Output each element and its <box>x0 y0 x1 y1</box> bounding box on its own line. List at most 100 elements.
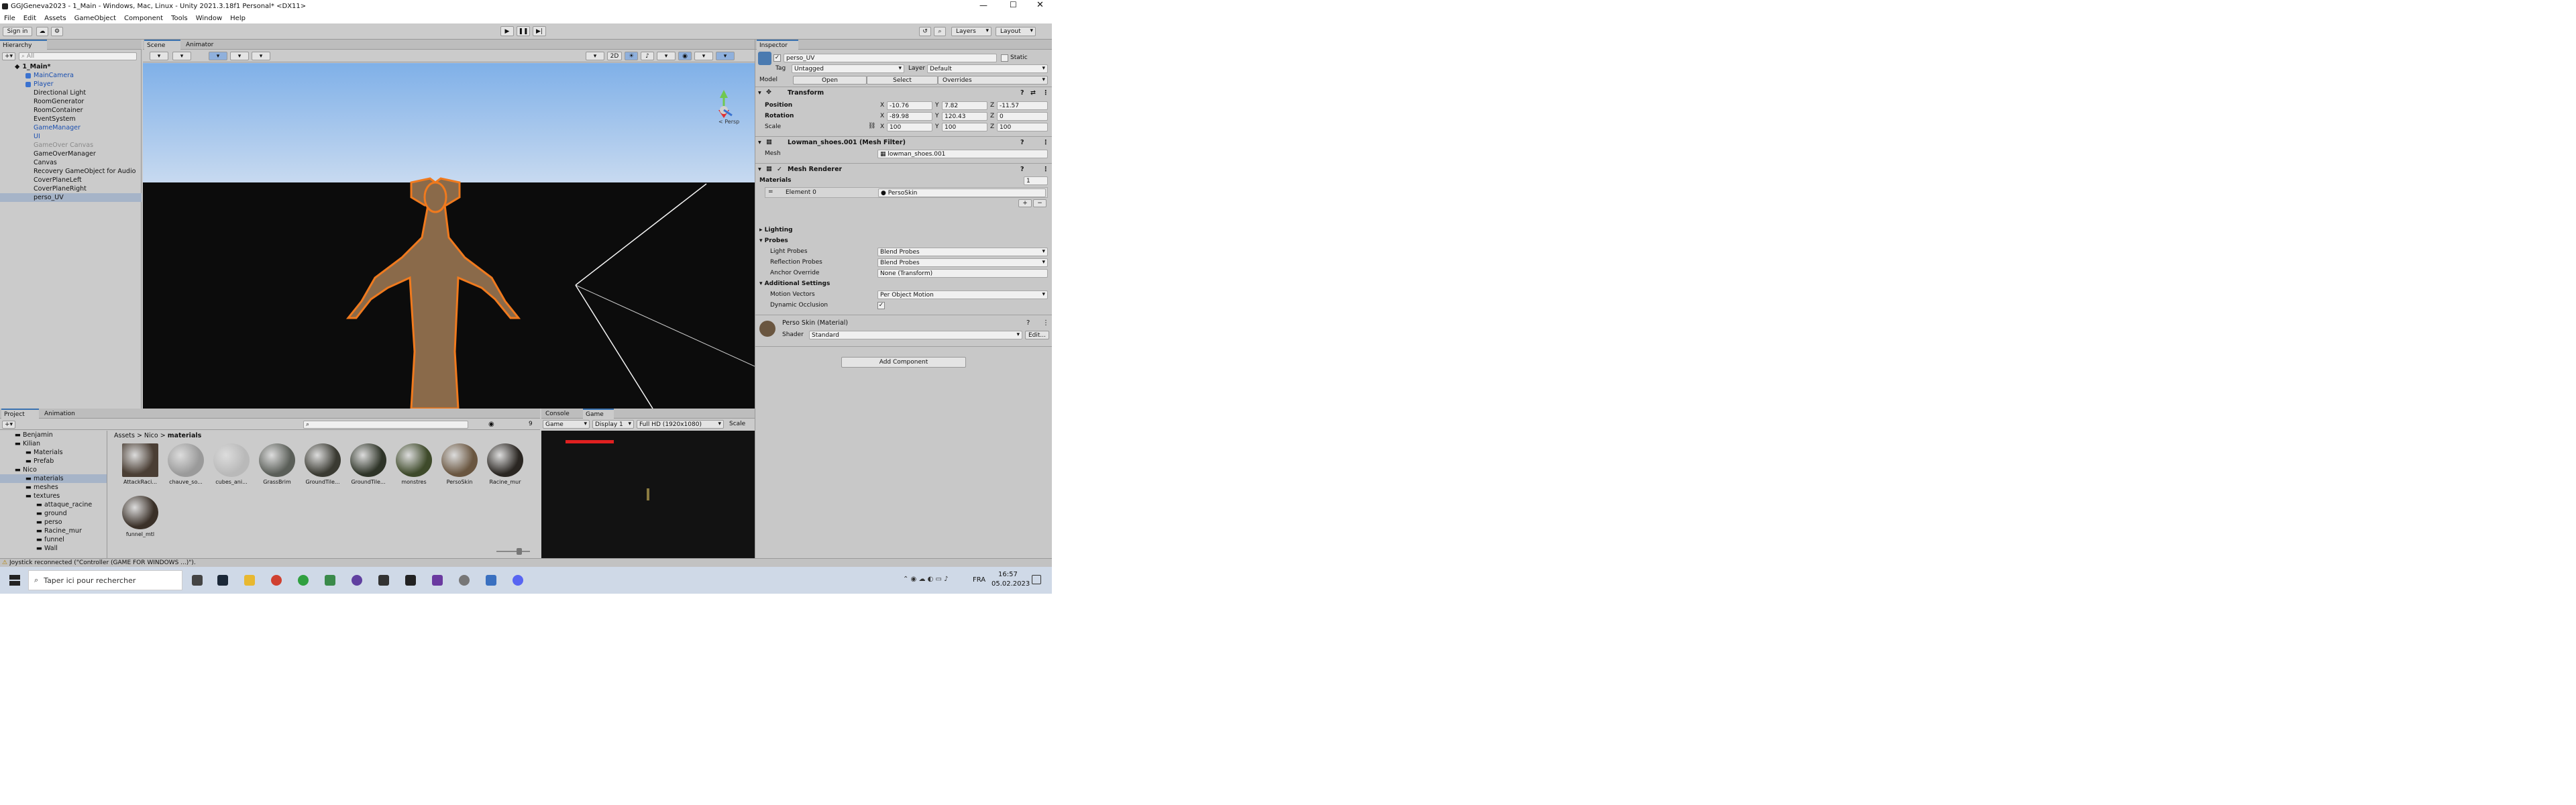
chrome-icon[interactable] <box>271 575 282 586</box>
pivot-button[interactable]: ▾ <box>209 52 227 60</box>
menu-gameobject[interactable]: GameObject <box>70 15 120 22</box>
hierarchy-item[interactable]: UI <box>0 132 142 141</box>
hierarchy-item[interactable]: Player <box>0 80 142 89</box>
create-asset-button[interactable]: +▾ <box>2 421 15 429</box>
menu-assets[interactable]: Assets <box>40 15 70 22</box>
asset-thumbnail[interactable] <box>441 443 478 477</box>
krita-icon[interactable] <box>325 575 335 586</box>
game-viewport[interactable] <box>541 431 755 558</box>
shader-dropdown[interactable]: Standard <box>809 331 1022 339</box>
overrides-dropdown[interactable]: Overrides <box>938 76 1048 85</box>
collab-icon[interactable]: ⚙ <box>51 27 63 36</box>
unity-hub-icon[interactable] <box>378 575 389 586</box>
chrome-profile-icon[interactable] <box>298 575 309 586</box>
tab-hierarchy[interactable]: Hierarchy <box>0 40 47 50</box>
persp-label[interactable]: < Persp <box>718 119 739 125</box>
remove-list-item-button[interactable]: − <box>1033 199 1046 207</box>
mesh-renderer-header[interactable]: ▾ ▦ ✓ Mesh Renderer ? ⋮ <box>755 163 1052 175</box>
hierarchy-item[interactable]: CoverPlaneLeft <box>0 176 142 184</box>
asset-thumbnail[interactable] <box>350 443 386 477</box>
active-checkbox[interactable]: ✓ <box>773 54 781 62</box>
edit-shader-button[interactable]: Edit... <box>1025 331 1049 339</box>
transform-header[interactable]: ▾ ✥ Transform ? ⇄ ⋮ <box>755 87 1052 99</box>
display-dropdown[interactable]: Display 1 <box>592 420 634 429</box>
asset-thumbnail[interactable] <box>396 443 432 477</box>
minimize-button[interactable]: — <box>979 1 987 10</box>
hierarchy-item[interactable]: MainCamera <box>0 71 142 80</box>
tab-project[interactable]: Project <box>1 409 39 419</box>
gizmo-mode-button[interactable]: ▾ <box>172 52 191 60</box>
hierarchy-item[interactable]: GameOver Canvas <box>0 141 142 150</box>
layout-dropdown[interactable]: Layout <box>996 27 1036 36</box>
maximize-button[interactable]: ☐ <box>1010 0 1017 9</box>
scale-z-field[interactable]: 100 <box>997 123 1048 131</box>
hierarchy-item[interactable]: Directional Light <box>0 89 142 97</box>
hierarchy-item[interactable]: GameOverManager <box>0 150 142 158</box>
slider-handle[interactable] <box>517 548 522 555</box>
game-mode-dropdown[interactable]: Game <box>543 420 590 429</box>
tab-animation[interactable]: Animation <box>42 409 89 419</box>
github-icon[interactable] <box>352 575 362 586</box>
clock-time[interactable]: 16:57 <box>998 571 1018 578</box>
layer-dropdown[interactable]: Default <box>927 64 1048 73</box>
layers-dropdown[interactable]: Layers <box>951 27 991 36</box>
tab-animator[interactable]: Animator <box>183 40 223 50</box>
step-button[interactable]: ▶| <box>533 26 546 36</box>
clock-date[interactable]: 05.02.2023 <box>991 580 1030 588</box>
static-checkbox[interactable] <box>1001 54 1008 62</box>
visual-studio-icon[interactable] <box>432 575 443 586</box>
tab-inspector[interactable]: Inspector <box>757 40 798 50</box>
sign-in-button[interactable]: Sign in <box>3 27 32 36</box>
asset-thumbnail[interactable] <box>305 443 341 477</box>
menu-help[interactable]: Help <box>226 15 250 22</box>
resolution-dropdown[interactable]: Full HD (1920x1080) <box>637 420 724 429</box>
lighting-foldout[interactable]: ▸ Lighting <box>759 227 793 233</box>
rotation-x-field[interactable]: -89.98 <box>887 112 932 121</box>
gizmos-button[interactable]: ▾ <box>716 52 735 60</box>
tag-dropdown[interactable]: Untagged <box>792 64 904 73</box>
notification-icon[interactable] <box>1032 575 1041 584</box>
light-probes-dropdown[interactable]: Blend Probes <box>877 248 1048 256</box>
shading-button[interactable]: ▾ <box>586 52 604 60</box>
mesh-field[interactable]: ▦ lowman_shoes.001 <box>877 150 1048 158</box>
close-button[interactable]: ✕ <box>1036 0 1044 10</box>
kebab-menu-icon[interactable]: ⋮ <box>1042 89 1049 97</box>
breadcrumb-item-current[interactable]: materials <box>168 432 202 439</box>
search-icon[interactable]: ⌕ <box>934 27 946 36</box>
history-icon[interactable]: ↺ <box>919 27 931 36</box>
help-icon[interactable]: ? <box>1026 319 1030 327</box>
help-icon[interactable]: ? <box>1020 139 1024 146</box>
pause-button[interactable]: ❚❚ <box>517 26 530 36</box>
reflection-probes-dropdown[interactable]: Blend Probes <box>877 258 1048 267</box>
folder-item-selected[interactable]: ▬ materials <box>0 474 107 483</box>
dynamic-occlusion-checkbox[interactable]: ✓ <box>877 302 885 309</box>
file-explorer-icon[interactable] <box>244 575 255 586</box>
audio-toggle[interactable]: ♪ <box>641 52 654 60</box>
breadcrumb-item[interactable]: Assets <box>114 432 135 439</box>
hierarchy-item[interactable]: GameManager <box>0 123 142 132</box>
scale-y-field[interactable]: 100 <box>942 123 987 131</box>
camera-button[interactable]: ▾ <box>694 52 713 60</box>
hierarchy-item[interactable]: RoomGenerator <box>0 97 142 106</box>
select-button[interactable]: Select <box>867 76 938 85</box>
anchor-override-field[interactable]: None (Transform) <box>877 269 1048 278</box>
asset-thumbnail[interactable] <box>122 496 158 529</box>
rotation-y-field[interactable]: 120.43 <box>942 112 987 121</box>
effects-toggle[interactable]: ▾ <box>657 52 676 60</box>
add-component-button[interactable]: Add Component <box>841 357 966 368</box>
windows-start-icon[interactable] <box>9 575 20 586</box>
hierarchy-item[interactable]: RoomContainer <box>0 106 142 115</box>
scale-x-field[interactable]: 100 <box>887 123 932 131</box>
unity-icon[interactable] <box>405 575 416 586</box>
notes-icon[interactable] <box>486 575 496 586</box>
asset-thumbnail[interactable] <box>122 443 158 477</box>
additional-settings-foldout[interactable]: ▾ Additional Settings <box>759 280 830 287</box>
element0-field[interactable]: ● PersoSkin <box>878 189 1046 197</box>
asset-thumbnail[interactable] <box>213 443 250 477</box>
open-button[interactable]: Open <box>793 76 867 85</box>
mesh-filter-header[interactable]: ▾ ▦ Lowman_shoes.001 (Mesh Filter) ? ⋮ <box>755 136 1052 148</box>
steam-icon[interactable] <box>217 575 228 586</box>
hierarchy-item[interactable]: Recovery GameObject for Audio <box>0 167 142 176</box>
hierarchy-item[interactable]: CoverPlaneRight <box>0 184 142 193</box>
thumbnail-size-slider[interactable] <box>496 548 530 555</box>
